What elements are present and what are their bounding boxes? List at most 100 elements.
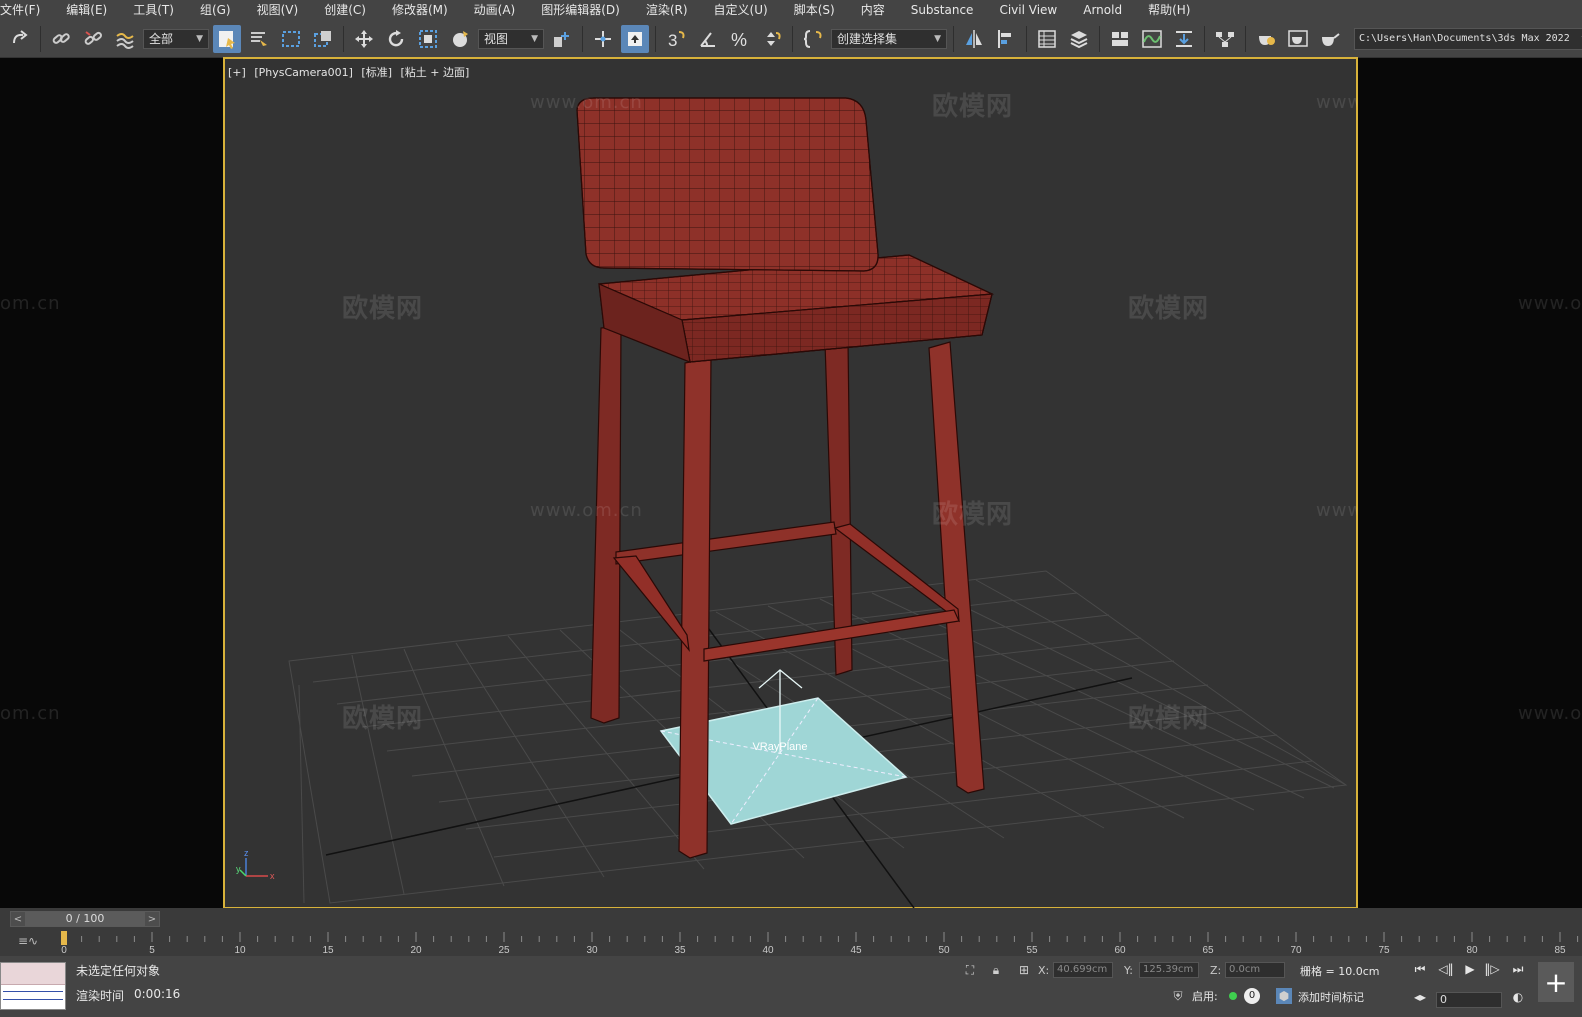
select-manipulate-icon[interactable]: [589, 25, 617, 53]
chevron-down-icon: ▼: [196, 33, 203, 44]
menu-civil-view[interactable]: Civil View: [986, 0, 1070, 20]
chevron-down-icon: ▼: [934, 33, 941, 44]
viewport-shading-menu[interactable]: [粘土 + 边面]: [401, 66, 470, 79]
watermark-url: www.om.cn: [1316, 92, 1357, 113]
menu-graph-editors[interactable]: 图形编辑器(D): [528, 0, 633, 20]
unlink-icon[interactable]: [79, 25, 107, 53]
place-icon[interactable]: [446, 25, 474, 53]
window-crossing-icon[interactable]: [309, 25, 337, 53]
dope-sheet-icon[interactable]: [1170, 25, 1198, 53]
perspective-viewport[interactable]: VRayPlane [+] [PhysCamera001] [标准] [粘土 +…: [223, 57, 1358, 909]
time-configuration-icon[interactable]: ◐: [1508, 990, 1528, 1004]
named-selection-set-dropdown[interactable]: 创建选择集 ▼: [831, 28, 947, 49]
reference-coordinate-dropdown[interactable]: 视图 ▼: [478, 28, 544, 49]
edit-named-selection-icon[interactable]: [799, 25, 827, 53]
render-setup-icon[interactable]: [1252, 25, 1280, 53]
toolbar-divider: [582, 25, 583, 52]
current-frame-marker[interactable]: [61, 931, 67, 945]
set-key-icon[interactable]: +: [1538, 962, 1574, 1002]
project-folder-path-value: C:\Users\Han\Documents\3ds Max 2022: [1359, 33, 1570, 44]
time-slider-value[interactable]: 0 / 100: [25, 912, 145, 926]
schematic-view-icon[interactable]: [1211, 25, 1239, 53]
redo-icon[interactable]: [6, 25, 34, 53]
next-frame-icon[interactable]: ‖▷: [1482, 962, 1502, 976]
move-icon[interactable]: [350, 25, 378, 53]
axis-x-label: x: [270, 871, 275, 881]
chevron-left-icon[interactable]: <: [11, 914, 25, 925]
enable-count-badge[interactable]: 0: [1244, 988, 1260, 1004]
project-folder-path[interactable]: C:\Users\Han\Documents\3ds Max 2022▼: [1354, 27, 1582, 50]
percent-snap-icon[interactable]: %: [726, 25, 754, 53]
menu-create[interactable]: 创建(C): [311, 0, 379, 20]
status-dot-icon: [1229, 992, 1237, 1000]
adaptive-degradation-icon[interactable]: ⛨: [1170, 988, 1186, 1004]
toggle-ribbon-icon[interactable]: [1106, 25, 1134, 53]
keyboard-shortcut-override-icon[interactable]: [621, 24, 649, 53]
menu-views[interactable]: 视图(V): [244, 0, 312, 20]
time-tag-icon[interactable]: ⬢: [1276, 988, 1292, 1004]
curve-editor-icon[interactable]: [1138, 25, 1166, 53]
menu-help[interactable]: 帮助(H): [1135, 0, 1203, 20]
rendered-frame-window-icon[interactable]: [1284, 25, 1312, 53]
rotate-icon[interactable]: [382, 25, 410, 53]
align-icon[interactable]: [992, 25, 1020, 53]
viewport-standard-menu[interactable]: [标准]: [361, 66, 392, 79]
mirror-icon[interactable]: [960, 25, 988, 53]
selection-lock-icon[interactable]: 🔒︎: [988, 962, 1004, 978]
viewport-camera-menu[interactable]: [PhysCamera001]: [254, 66, 353, 79]
track-label: 75: [1378, 945, 1390, 956]
key-mode-toggle-icon[interactable]: ◂▸: [1410, 990, 1430, 1004]
selection-filter-dropdown[interactable]: 全部 ▼: [143, 28, 209, 49]
track-bar[interactable]: ≡∿ 0 5 10 15 20 25 30 35 40 45 50 55 60 65 70 75 80 85: [0, 930, 1582, 956]
select-by-name-icon[interactable]: [245, 25, 273, 53]
scale-icon[interactable]: [414, 25, 442, 53]
track-label: 0: [61, 945, 67, 956]
viewport-area: om.cn om.cn www.om.cn www.om.cn: [0, 57, 1582, 992]
chevron-right-icon[interactable]: >: [145, 914, 159, 925]
go-to-start-icon[interactable]: ⏮: [1410, 962, 1430, 977]
menu-edit[interactable]: 编辑(E): [53, 0, 120, 20]
menu-arnold[interactable]: Arnold: [1070, 0, 1135, 20]
previous-frame-icon[interactable]: ◁‖: [1436, 962, 1456, 976]
menu-animation[interactable]: 动画(A): [461, 0, 529, 20]
absolute-mode-transform-icon[interactable]: ⊞: [1016, 962, 1032, 978]
link-icon[interactable]: [47, 25, 75, 53]
menu-substance[interactable]: Substance: [898, 0, 987, 20]
toolbar-divider: [1099, 25, 1100, 52]
viewport-label-menu[interactable]: [+] [PhysCamera001] [标准] [粘土 + 边面]: [228, 64, 474, 80]
current-frame-field[interactable]: 0: [1436, 992, 1502, 1008]
snaps-toggle-icon[interactable]: 3: [662, 25, 690, 53]
menu-file[interactable]: 文件(F): [0, 0, 53, 20]
coord-y-field[interactable]: 125.39cm: [1139, 962, 1199, 978]
menu-rendering[interactable]: 渲染(R): [633, 0, 701, 20]
menu-tools[interactable]: 工具(T): [120, 0, 187, 20]
add-time-tag[interactable]: 添加时间标记: [1298, 989, 1364, 1005]
time-slider-row: < 0 / 100 >: [0, 908, 1582, 930]
chevron-down-icon: ▼: [531, 33, 538, 44]
scene-explorer-icon[interactable]: [1033, 25, 1061, 53]
select-object-icon[interactable]: [213, 24, 241, 53]
pivot-center-icon[interactable]: [548, 25, 576, 53]
menu-content[interactable]: 内容: [848, 0, 898, 20]
menu-modifiers[interactable]: 修改器(M): [379, 0, 461, 20]
layer-explorer-icon[interactable]: [1065, 25, 1093, 53]
toolbar-divider: [655, 25, 656, 52]
menu-scripting[interactable]: 脚本(S): [781, 0, 848, 20]
bind-space-warp-icon[interactable]: [111, 25, 139, 53]
render-production-icon[interactable]: [1316, 25, 1344, 53]
watermark-brand: 欧模网: [932, 500, 1014, 530]
maxscript-mini-listener[interactable]: [0, 962, 66, 1010]
coord-x-field[interactable]: 40.699cm: [1053, 962, 1113, 978]
menu-customize[interactable]: 自定义(U): [701, 0, 781, 20]
isolate-selection-icon[interactable]: ⛶: [962, 962, 978, 978]
rectangular-selection-icon[interactable]: [277, 25, 305, 53]
go-to-end-icon[interactable]: ⏭: [1508, 962, 1528, 977]
time-slider[interactable]: < 0 / 100 >: [10, 911, 160, 927]
spinner-snap-icon[interactable]: [758, 25, 786, 53]
coord-z-field[interactable]: 0.0cm: [1225, 962, 1285, 978]
viewport-general-menu[interactable]: [+]: [228, 66, 246, 79]
play-icon[interactable]: ▶: [1460, 962, 1480, 976]
angle-snap-icon[interactable]: [694, 25, 722, 53]
track-label: 15: [322, 945, 334, 956]
menu-group[interactable]: 组(G): [187, 0, 244, 20]
